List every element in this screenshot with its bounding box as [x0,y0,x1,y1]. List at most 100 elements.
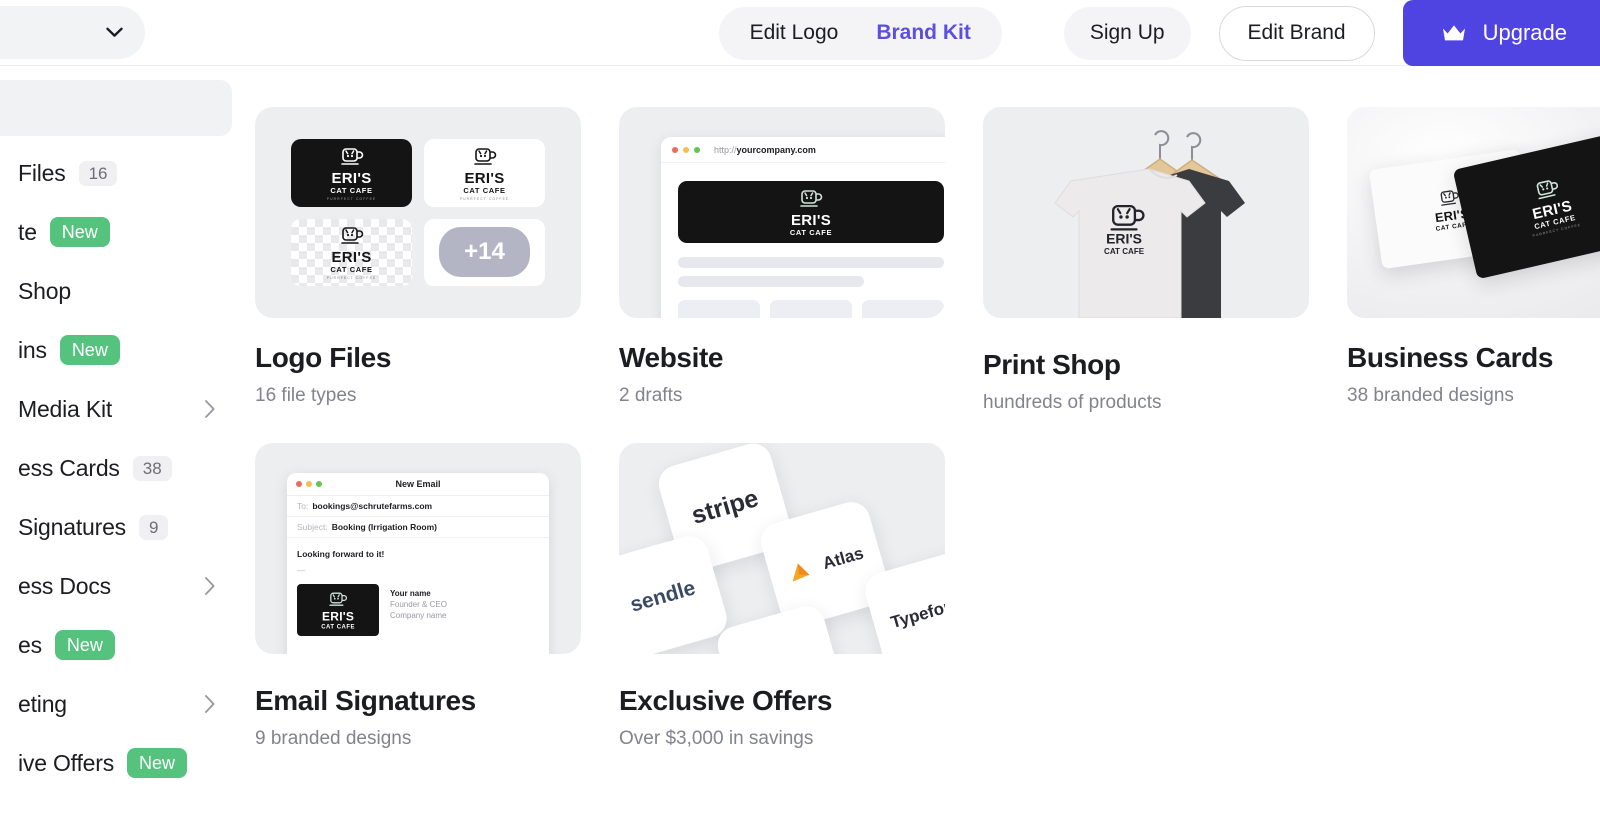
card-print-shop[interactable]: ERI'S CAT CAFE Print Shop hundreds of pr… [983,107,1309,414]
sidebar-item-templates[interactable]: es New [0,623,232,667]
sidebar-item-business-docs[interactable]: ess Docs [0,564,232,608]
logo-variant-transparent[interactable]: ERI'S CAT CAFE PURRFECT COFFEE [291,218,412,286]
signature-name: Your name [390,589,431,598]
tab-edit-logo[interactable]: Edit Logo [731,7,858,60]
sidebar-item-label: Shop [18,277,71,304]
chevron-down-icon [106,27,123,37]
sidebar-item-label: Media Kit [18,395,113,422]
sidebar-new-badge: New [49,217,110,247]
header-actions: Edit Logo Brand Kit Sign Up Edit Brand U… [718,0,1600,66]
card-subtitle: 16 file types [255,385,357,406]
card-business-cards[interactable]: ERI'S CAT CAFE ERI'S CAT CAFE PURRFECT C… [1347,107,1600,414]
partner-label: Atlas [820,543,866,574]
card-title: Email Signatures [255,685,476,716]
sidebar-new-badge: New [59,335,120,365]
logo-brandkit-toggle: Edit Logo Brand Kit [718,6,1002,60]
sidebar-item-email-signatures[interactable]: Signatures 9 [0,505,232,549]
window-close-dot [672,146,678,153]
card-subtitle: Over $3,000 in savings [619,728,814,749]
email-separator: — [297,565,306,575]
card-website[interactable]: http://yourcompany.com ERI'S CAT CAFE We… [619,107,945,414]
sidebar-item-plugins[interactable]: ins New [0,328,232,372]
browser-titlebar: http://yourcompany.com [661,137,945,163]
email-body-text: Looking forward to it! [297,549,385,559]
card-logo-files[interactable]: ERI'S CAT CAFE PURRFECT COFFEE ERI'S CAT… [255,107,581,414]
sign-up-button[interactable]: Sign Up [1063,6,1191,60]
card-subtitle: hundreds of products [983,392,1162,413]
logo-subname: CAT CAFE [321,622,355,630]
logo-subname: CAT CAFE [789,228,833,237]
signature-company: Company name [390,611,447,620]
card-title: Business Cards [1347,342,1554,373]
asset-card-grid: ERI'S CAT CAFE PURRFECT COFFEE ERI'S CAT… [255,107,1600,750]
signature-logo-card: ERI'S CAT CAFE [297,584,379,636]
logo-variant-light[interactable]: ERI'S CAT CAFE PURRFECT COFFEE [424,139,545,207]
website-thumbnail: http://yourcompany.com ERI'S CAT CAFE [619,107,945,318]
cat-cup-icon [340,227,363,245]
placeholder-box [678,300,760,318]
website-hero-logo: ERI'S CAT CAFE [678,181,944,243]
card-title: Exclusive Offers [619,685,833,716]
business-card-black: ERI'S CAT CAFE PURRFECT COFFEE [1452,130,1600,280]
sidebar-item-media-kit[interactable]: Media Kit [0,387,232,431]
sidebar-item-label: Signatures [18,513,126,540]
card-title: Logo Files [255,342,392,373]
sidebar-item-logo-files[interactable]: Files 16 [0,151,232,195]
window-maximize-dot [694,146,700,153]
card-exclusive-offers[interactable]: stripe Atlas sendle Typeform Exclusive O… [619,443,945,750]
exclusive-offers-thumbnail: stripe Atlas sendle Typeform [619,443,945,654]
sidebar-item-marketing[interactable]: eting [0,682,232,726]
sidebar: Files 16 te New Shop ins New Media Kit e… [0,67,232,833]
email-titlebar: New Email [287,473,549,496]
email-signature-block: ERI'S CAT CAFE Your name Founder & CEO C… [287,575,549,636]
brand-selector[interactable] [0,6,145,59]
logo-files-thumbnail: ERI'S CAT CAFE PURRFECT COFFEE ERI'S CAT… [255,107,581,318]
placeholder-bar [678,257,944,268]
sidebar-item-active[interactable] [0,80,232,136]
cat-cup-icon [473,147,496,165]
sidebar-item-exclusive-offers[interactable]: ive Offers New [0,741,232,785]
logo-tagline: PURRFECT COFFEE [326,196,377,201]
logo-variant-more[interactable]: +14 [424,218,545,286]
sidebar-item-business-cards[interactable]: ess Cards 38 [0,446,232,490]
more-variants-badge: +14 [439,227,530,278]
logo-subname: CAT CAFE [463,185,506,195]
crown-icon [1442,25,1465,41]
card-subtitle: 38 branded designs [1347,385,1514,406]
card-title: Website [619,342,724,373]
partner-label: stripe [688,483,762,530]
chevron-right-icon [205,577,215,595]
brand-kit-content: ERI'S CAT CAFE PURRFECT COFFEE ERI'S CAT… [232,67,1600,833]
logo-tagline: PURRFECT COFFEE [459,196,510,201]
url-protocol: http:// [714,144,737,155]
logo-name: ERI'S [331,249,372,267]
logo-variant-grid: ERI'S CAT CAFE PURRFECT COFFEE ERI'S CAT… [255,107,581,318]
card-subtitle: 9 branded designs [255,728,412,749]
edit-brand-button[interactable]: Edit Brand [1218,5,1375,61]
sidebar-item-print-shop[interactable]: Shop [0,269,232,313]
url-domain: yourcompany.com [736,144,816,155]
sidebar-item-label: ive Offers [18,749,114,776]
signature-details: Your name Founder & CEO Company name [390,584,447,620]
email-subject-label: Subject: [297,522,328,532]
card-subtitle: 2 drafts [619,385,683,406]
signature-role: Founder & CEO [390,600,447,609]
app-header: Edit Logo Brand Kit Sign Up Edit Brand U… [0,0,1600,66]
email-signatures-thumbnail: New Email To: bookings@schrutefarms.com … [255,443,581,654]
card-title: Print Shop [983,349,1121,380]
window-minimize-dot [683,146,689,153]
upgrade-button[interactable]: Upgrade [1402,0,1600,66]
logo-name: ERI'S [331,169,372,187]
logo-tagline: PURRFECT COFFEE [326,276,377,281]
tshirt-photo: ERI'S CAT CAFE [983,107,1309,318]
card-email-signatures[interactable]: New Email To: bookings@schrutefarms.com … [255,443,581,750]
logo-variant-dark[interactable]: ERI'S CAT CAFE PURRFECT COFFEE [291,139,412,207]
cat-cup-icon [340,147,363,165]
logo-subname: CAT CAFE [330,265,373,275]
chevron-right-icon [205,400,215,418]
partner-label: Typeform [888,592,945,633]
email-to-row: To: bookings@schrutefarms.com [287,496,549,517]
email-to-label: To: [297,501,309,511]
sidebar-item-website[interactable]: te New [0,210,232,254]
tab-brand-kit[interactable]: Brand Kit [857,7,990,60]
